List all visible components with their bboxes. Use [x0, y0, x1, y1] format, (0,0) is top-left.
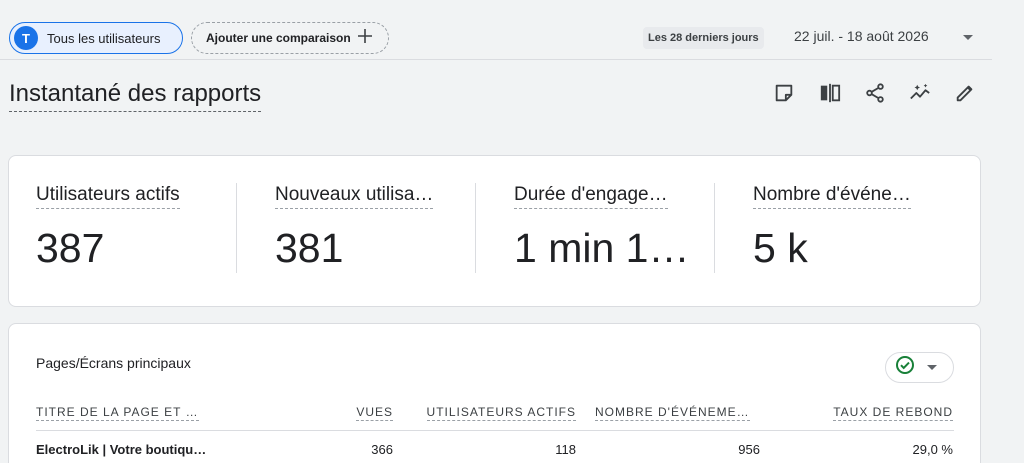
metric-engagement-duration[interactable]: Durée d'engage… 1 min 1…: [514, 184, 689, 272]
add-comparison-label: Ajouter une comparaison: [206, 31, 351, 45]
metric-value: 387: [36, 225, 105, 271]
metric-value: 381: [275, 225, 344, 271]
metric-label: Durée d'engage…: [514, 184, 668, 209]
caret-down-icon: [927, 365, 937, 370]
metric-divider: [714, 183, 715, 273]
metrics-card: Utilisateurs actifs 387 Nouveaux utilisa…: [8, 155, 981, 307]
cell-event-count: 956: [738, 442, 760, 457]
metric-value: 1 min 1…: [514, 225, 690, 271]
cell-bounce-rate: 29,0 %: [912, 442, 953, 457]
top-bar: T Tous les utilisateurs Ajouter une comp…: [0, 0, 992, 60]
insights-icon[interactable]: [907, 80, 933, 106]
comparison-status-dropdown[interactable]: [885, 352, 954, 383]
metric-divider: [236, 183, 237, 273]
cell-page-title[interactable]: ElectroLik | Votre boutiqu…: [36, 442, 206, 457]
date-range-dates[interactable]: 22 juil. - 18 août 2026: [794, 28, 929, 44]
column-header-active-users[interactable]: UTILISATEURS ACTIFS: [426, 405, 576, 421]
page-title: Instantané des rapports: [9, 80, 262, 112]
edit-icon[interactable]: [952, 80, 978, 106]
table-header-divider: [36, 430, 954, 431]
metric-active-users[interactable]: Utilisateurs actifs 387: [36, 184, 180, 272]
column-header-views[interactable]: VUES: [356, 405, 393, 421]
column-header-event-count[interactable]: NOMBRE D'ÉVÉNEME…: [595, 405, 750, 421]
check-circle-icon: [895, 355, 915, 380]
metric-label: Nombre d'événe…: [753, 184, 911, 209]
plus-icon: [357, 28, 373, 48]
note-icon[interactable]: [771, 80, 797, 106]
metric-label: Nouveaux utilisa…: [275, 184, 434, 209]
metric-divider: [475, 183, 476, 273]
column-header-page-title[interactable]: TITRE DE LA PAGE ET …: [36, 405, 199, 421]
segment-avatar: T: [14, 26, 38, 50]
add-comparison-button[interactable]: Ajouter une comparaison: [191, 22, 389, 54]
card-title: Pages/Écrans principaux: [36, 355, 191, 371]
metric-value: 5 k: [753, 225, 808, 271]
metric-event-count[interactable]: Nombre d'événe… 5 k: [753, 184, 911, 272]
top-pages-card: Pages/Écrans principaux TITRE DE LA PAGE…: [8, 323, 981, 463]
compare-view-icon[interactable]: [817, 80, 843, 106]
caret-down-icon[interactable]: [963, 35, 973, 40]
column-header-bounce-rate[interactable]: TAUX DE REBOND: [833, 405, 953, 421]
date-range-preset: Les 28 derniers jours: [643, 27, 764, 49]
cell-active-users: 118: [555, 442, 576, 457]
share-icon[interactable]: [862, 80, 888, 106]
segment-chip-all-users[interactable]: T Tous les utilisateurs: [9, 22, 183, 54]
segment-label: Tous les utilisateurs: [47, 30, 161, 46]
metric-new-users[interactable]: Nouveaux utilisa… 381: [275, 184, 434, 272]
cell-views: 366: [371, 442, 393, 457]
metric-label: Utilisateurs actifs: [36, 184, 180, 209]
